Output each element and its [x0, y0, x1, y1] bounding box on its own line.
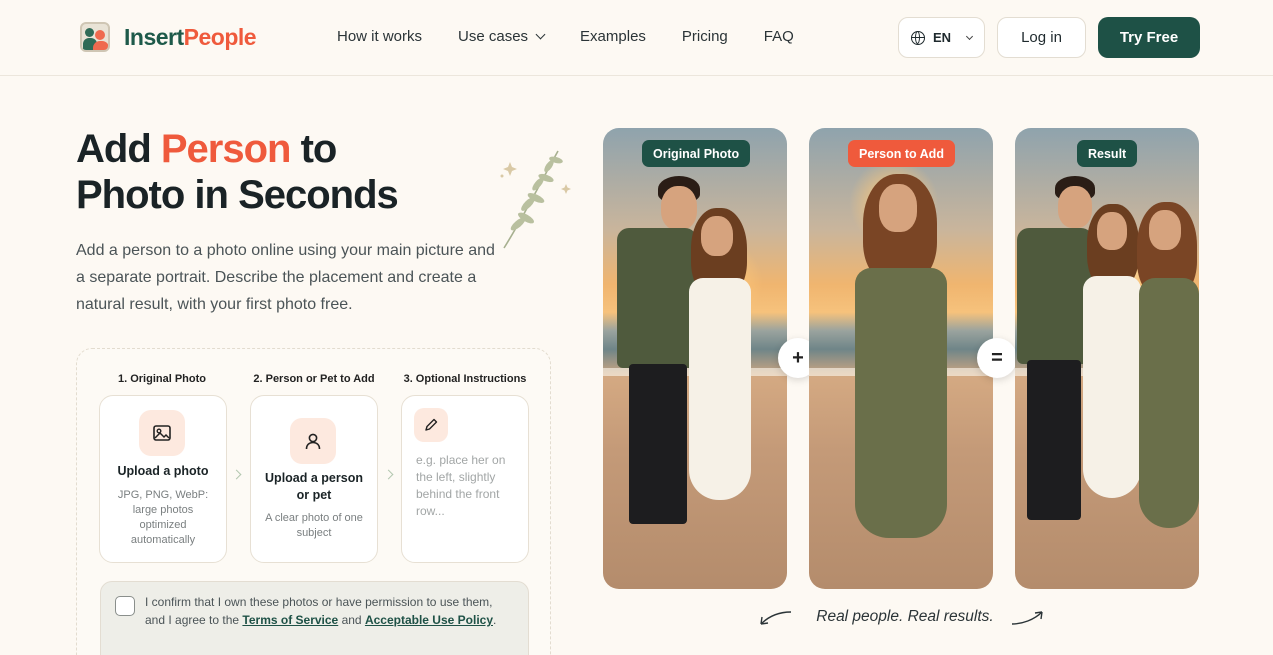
nav-examples[interactable]: Examples: [580, 28, 646, 45]
equals-icon: =: [977, 338, 1017, 378]
nav-label: How it works: [337, 28, 423, 45]
upload-person-title: Upload a person or pet: [265, 471, 363, 502]
badge-label: Result: [1088, 146, 1127, 161]
language-select[interactable]: EN: [898, 17, 985, 58]
hero-title-line2: Photo in Seconds: [76, 173, 399, 217]
login-button[interactable]: Log in: [997, 17, 1086, 58]
badge-label: Original Photo: [653, 146, 740, 161]
curved-arrow-right-icon: [1011, 611, 1043, 625]
badge-result: Result: [1077, 140, 1138, 167]
hero-title: Add Person to Photo in Seconds: [76, 126, 516, 218]
hero-description: Add a person to a photo online using you…: [76, 242, 495, 313]
tagline-text: Real people. Real results.: [816, 608, 994, 625]
image-icon: [139, 410, 185, 456]
try-free-button[interactable]: Try Free: [1098, 17, 1200, 58]
login-label: Log in: [1021, 29, 1062, 46]
plus-symbol: +: [792, 346, 804, 369]
upload-photo-title: Upload a photo: [117, 464, 209, 478]
tagline: Real people. Real results.: [760, 608, 1050, 626]
nav-label: Use cases: [458, 28, 529, 45]
nav-faq[interactable]: FAQ: [764, 28, 794, 45]
instructions-placeholder: e.g. place her on the left, slightly beh…: [416, 453, 506, 518]
consent-text: I confirm that I own these photos or hav…: [145, 593, 515, 629]
language-label: EN: [933, 30, 952, 45]
hero-title-part1: Add: [76, 127, 161, 171]
logo-text-part2: People: [183, 23, 257, 50]
hero-title-accent: Person: [160, 127, 292, 171]
consent-text-middle: and: [338, 613, 365, 627]
consent-text-after: .: [493, 613, 497, 627]
upload-person-dropzone[interactable]: Upload a person or pet A clear photo of …: [250, 395, 378, 563]
logo-mark-icon: [80, 22, 110, 52]
leaf-sprig-icon: [500, 150, 571, 249]
badge-person-to-add: Person to Add: [848, 140, 955, 167]
chevron-right-icon: [383, 469, 394, 480]
upload-card: 1. Original Photo 2. Person or Pet to Ad…: [76, 348, 551, 655]
acceptable-use-policy-link[interactable]: Acceptable Use Policy: [365, 613, 493, 627]
step-label-original: 1. Original Photo: [117, 373, 206, 385]
nav-use-cases[interactable]: Use cases: [458, 28, 546, 45]
result-photo-image: [1015, 128, 1199, 589]
try-free-label: Try Free: [1119, 29, 1179, 46]
person-to-add-image: [809, 128, 993, 589]
step-label-person: 2. Person or Pet to Add: [253, 373, 375, 385]
main-nav: How it works Use cases Examples Pricing …: [337, 28, 830, 45]
chevron-right-icon: [231, 469, 242, 480]
chevron-down-icon: [535, 29, 546, 40]
logo-text: InsertPeople: [124, 23, 257, 51]
site-header: InsertPeople How it works Use cases Exam…: [0, 0, 1273, 76]
pencil-icon: [414, 408, 448, 442]
equals-symbol: =: [991, 346, 1003, 369]
nav-label: Pricing: [681, 28, 728, 45]
upload-photo-subtitle: JPG, PNG, WebP: large photos optimized a…: [117, 489, 209, 546]
nav-label: Examples: [580, 28, 646, 45]
hero-title-part2: to: [290, 127, 338, 171]
nav-pricing[interactable]: Pricing: [682, 28, 728, 45]
chevron-down-icon: [966, 32, 974, 40]
logo-text-part1: Insert: [124, 23, 184, 50]
original-photo-image: [603, 128, 787, 589]
badge-original-photo: Original Photo: [642, 140, 751, 167]
globe-icon: [911, 30, 925, 45]
badge-label: Person to Add: [859, 146, 944, 161]
consent-box: I confirm that I own these photos or hav…: [100, 581, 529, 655]
person-icon: [290, 418, 336, 464]
consent-checkbox[interactable]: [115, 596, 135, 616]
terms-of-service-link[interactable]: Terms of Service: [242, 613, 338, 627]
upload-photo-dropzone[interactable]: Upload a photo JPG, PNG, WebP: large pho…: [99, 395, 227, 563]
nav-label: FAQ: [763, 28, 794, 45]
instructions-textarea[interactable]: e.g. place her on the left, slightly beh…: [401, 395, 529, 563]
logo[interactable]: InsertPeople: [80, 22, 257, 52]
nav-how-it-works[interactable]: How it works: [337, 28, 422, 45]
upload-person-subtitle: A clear photo of one subject: [265, 512, 363, 539]
step-label-instructions: 3. Optional Instructions: [403, 373, 527, 385]
